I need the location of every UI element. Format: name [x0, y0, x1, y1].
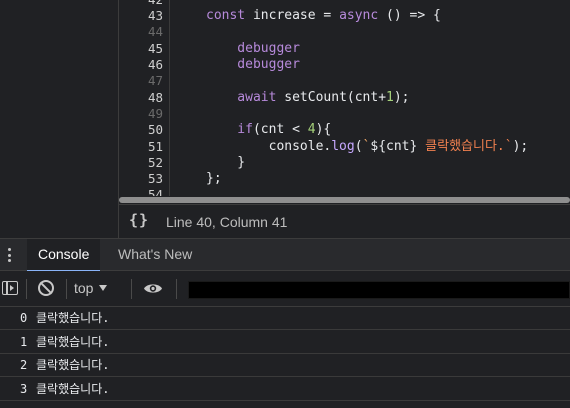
- console-toolbar: top: [0, 271, 570, 307]
- code-text: if(cnt < 4){: [206, 122, 331, 138]
- code-token: async: [339, 8, 379, 24]
- message-text: 클락했습니다.: [36, 334, 110, 349]
- code-text: debugger: [206, 41, 300, 57]
- message-count: 3: [20, 381, 28, 396]
- code-token: ){: [315, 122, 332, 138]
- code-token: if: [206, 122, 253, 138]
- message-text: 클락했습니다.: [36, 358, 110, 372]
- console-message[interactable]: 2 클락했습니다.: [0, 354, 570, 377]
- message-count: 1: [20, 334, 28, 349]
- message-count: 0: [20, 311, 28, 325]
- editor-status-bar: {} Line 40, Column 41: [119, 204, 570, 238]
- navigator-panel: [0, 0, 119, 238]
- line-number[interactable]: 43: [119, 8, 163, 24]
- clear-console-icon[interactable]: [38, 280, 54, 296]
- code-editor[interactable]: 4243 const increase = async () => { 4445 d…: [119, 0, 570, 204]
- line-number[interactable]: 50: [119, 122, 163, 138]
- devtools-window: 4243const increase = async () => {4445 d…: [0, 0, 570, 408]
- code-line[interactable]: 46 debugger: [119, 57, 570, 73]
- code-line[interactable]: 47: [119, 73, 570, 89]
- chevron-down-icon: [99, 285, 108, 291]
- code-token: (cnt <: [252, 122, 308, 138]
- code-text: };: [206, 171, 222, 187]
- code-token: console.: [206, 138, 332, 154]
- tab-whats-new[interactable]: What's New: [107, 239, 203, 270]
- message-text: 클락했습니다.: [36, 381, 110, 396]
- line-number[interactable]: 42: [119, 0, 163, 8]
- toolbar-divider: [26, 279, 27, 299]
- code-token: ${cnt}: [370, 138, 418, 154]
- code-token: };: [206, 171, 222, 187]
- line-number[interactable]: 53: [119, 171, 163, 187]
- console-messages: 0 클락했습니다. 1 클락했습니다. 2 클락했습니다. 3 클락했습니다.: [0, 307, 570, 408]
- context-selector[interactable]: top: [74, 271, 108, 307]
- code-token: );: [393, 89, 410, 105]
- pretty-print-icon[interactable]: {}: [129, 211, 149, 229]
- code-token: const: [206, 8, 246, 24]
- code-token: 클락했습니다.`: [417, 138, 513, 154]
- message-count: 2: [20, 358, 28, 372]
- code-token: await: [206, 89, 277, 105]
- line-number[interactable]: 47: [119, 73, 163, 89]
- line-number[interactable]: 45: [119, 41, 163, 57]
- code-token: 1: [386, 89, 394, 105]
- code-line[interactable]: 53};: [119, 171, 570, 187]
- code-line[interactable]: 48 await setCount(cnt+1);: [119, 90, 570, 106]
- line-number[interactable]: 49: [119, 106, 163, 122]
- code-text: debugger: [206, 57, 300, 73]
- tab-console[interactable]: Console: [27, 239, 101, 272]
- toolbar-divider: [131, 279, 132, 299]
- code-token: 4: [307, 122, 316, 138]
- code-line[interactable]: 43 const increase = async () => {: [119, 8, 570, 24]
- scrollbar-thumb[interactable]: [119, 197, 570, 203]
- code-text: await setCount(cnt+1);: [206, 89, 410, 106]
- code-token: debugger: [206, 57, 300, 72]
- console-message[interactable]: 3 클락했습니다.: [0, 378, 570, 401]
- more-tools-icon[interactable]: [8, 248, 12, 264]
- line-number[interactable]: 48: [119, 90, 163, 106]
- line-number[interactable]: 51: [119, 139, 163, 155]
- context-label: top: [74, 280, 94, 296]
- show-sidebar-icon[interactable]: [2, 281, 18, 295]
- code-line[interactable]: 44: [119, 24, 570, 40]
- code-token: () => {: [378, 8, 441, 24]
- code-token: );: [512, 138, 529, 154]
- editor-horizontal-scrollbar[interactable]: [119, 196, 570, 204]
- cursor-position: Line 40, Column 41: [166, 214, 288, 230]
- line-number[interactable]: 46: [119, 57, 163, 73]
- code-text: console.log(`${cnt} 클락했습니다.`);: [206, 138, 529, 155]
- toolbar-divider: [176, 279, 177, 299]
- code-text: }: [206, 155, 245, 171]
- toolbar-divider: [66, 279, 67, 299]
- code-line[interactable]: 52 }: [119, 155, 570, 171]
- code-line[interactable]: 49: [119, 106, 570, 122]
- code-line[interactable]: 50 if(cnt < 4){: [119, 122, 570, 138]
- code-token: setCount(cnt+: [276, 89, 387, 105]
- code-token: }: [206, 154, 246, 170]
- live-expression-eye-icon[interactable]: [143, 282, 163, 295]
- code-line[interactable]: 42: [119, 0, 570, 8]
- code-line[interactable]: 51 console.log(`${cnt} 클락했습니다.`);: [119, 139, 570, 155]
- line-number[interactable]: 44: [119, 24, 163, 40]
- console-message[interactable]: 1 클락했습니다.: [0, 331, 570, 354]
- console-message[interactable]: 0 클락했습니다.: [0, 307, 570, 330]
- code-token: (: [354, 138, 363, 154]
- code-token: debugger: [206, 40, 300, 56]
- code-token: log: [331, 138, 355, 154]
- drawer-tabbar: Console What's New: [0, 238, 570, 272]
- message-text: 클락했습니다.: [36, 311, 110, 325]
- code-text: const increase = async () => {: [206, 8, 441, 24]
- code-line[interactable]: 45 debugger: [119, 41, 570, 57]
- code-token: increase =: [245, 8, 340, 24]
- console-filter-input[interactable]: [188, 281, 570, 299]
- line-number[interactable]: 52: [119, 155, 163, 171]
